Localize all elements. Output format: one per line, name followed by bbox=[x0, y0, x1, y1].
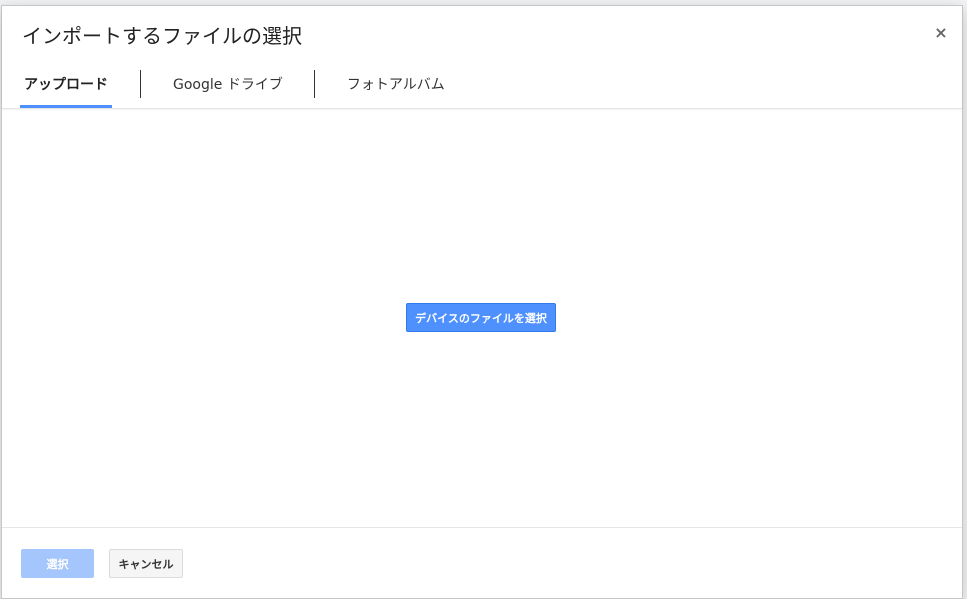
select-button[interactable]: 選択 bbox=[21, 549, 94, 578]
cancel-button[interactable]: キャンセル bbox=[109, 549, 183, 578]
dialog-title: インポートするファイルの選択 bbox=[22, 22, 302, 50]
dialog-footer: 選択 キャンセル bbox=[2, 527, 962, 599]
close-button[interactable]: × bbox=[932, 24, 950, 42]
tab-photo-album-label: フォトアルバム bbox=[347, 74, 445, 94]
select-device-file-button[interactable]: デバイスのファイルを選択 bbox=[406, 303, 556, 332]
tab-upload-label: アップロード bbox=[24, 74, 108, 94]
tab-bar: アップロード Google ドライブ フォトアルバム bbox=[2, 66, 476, 108]
tab-upload[interactable]: アップロード bbox=[2, 66, 140, 108]
tab-photo-album[interactable]: フォトアルバム bbox=[315, 66, 476, 108]
tab-google-drive[interactable]: Google ドライブ bbox=[141, 66, 314, 108]
import-file-dialog: インポートするファイルの選択 × アップロード Google ドライブ フォトア… bbox=[1, 5, 963, 599]
upload-panel: デバイスのファイルを選択 bbox=[2, 109, 962, 527]
dialog-header: インポートするファイルの選択 × アップロード Google ドライブ フォトア… bbox=[2, 6, 962, 109]
tab-google-drive-label: Google ドライブ bbox=[173, 74, 283, 94]
